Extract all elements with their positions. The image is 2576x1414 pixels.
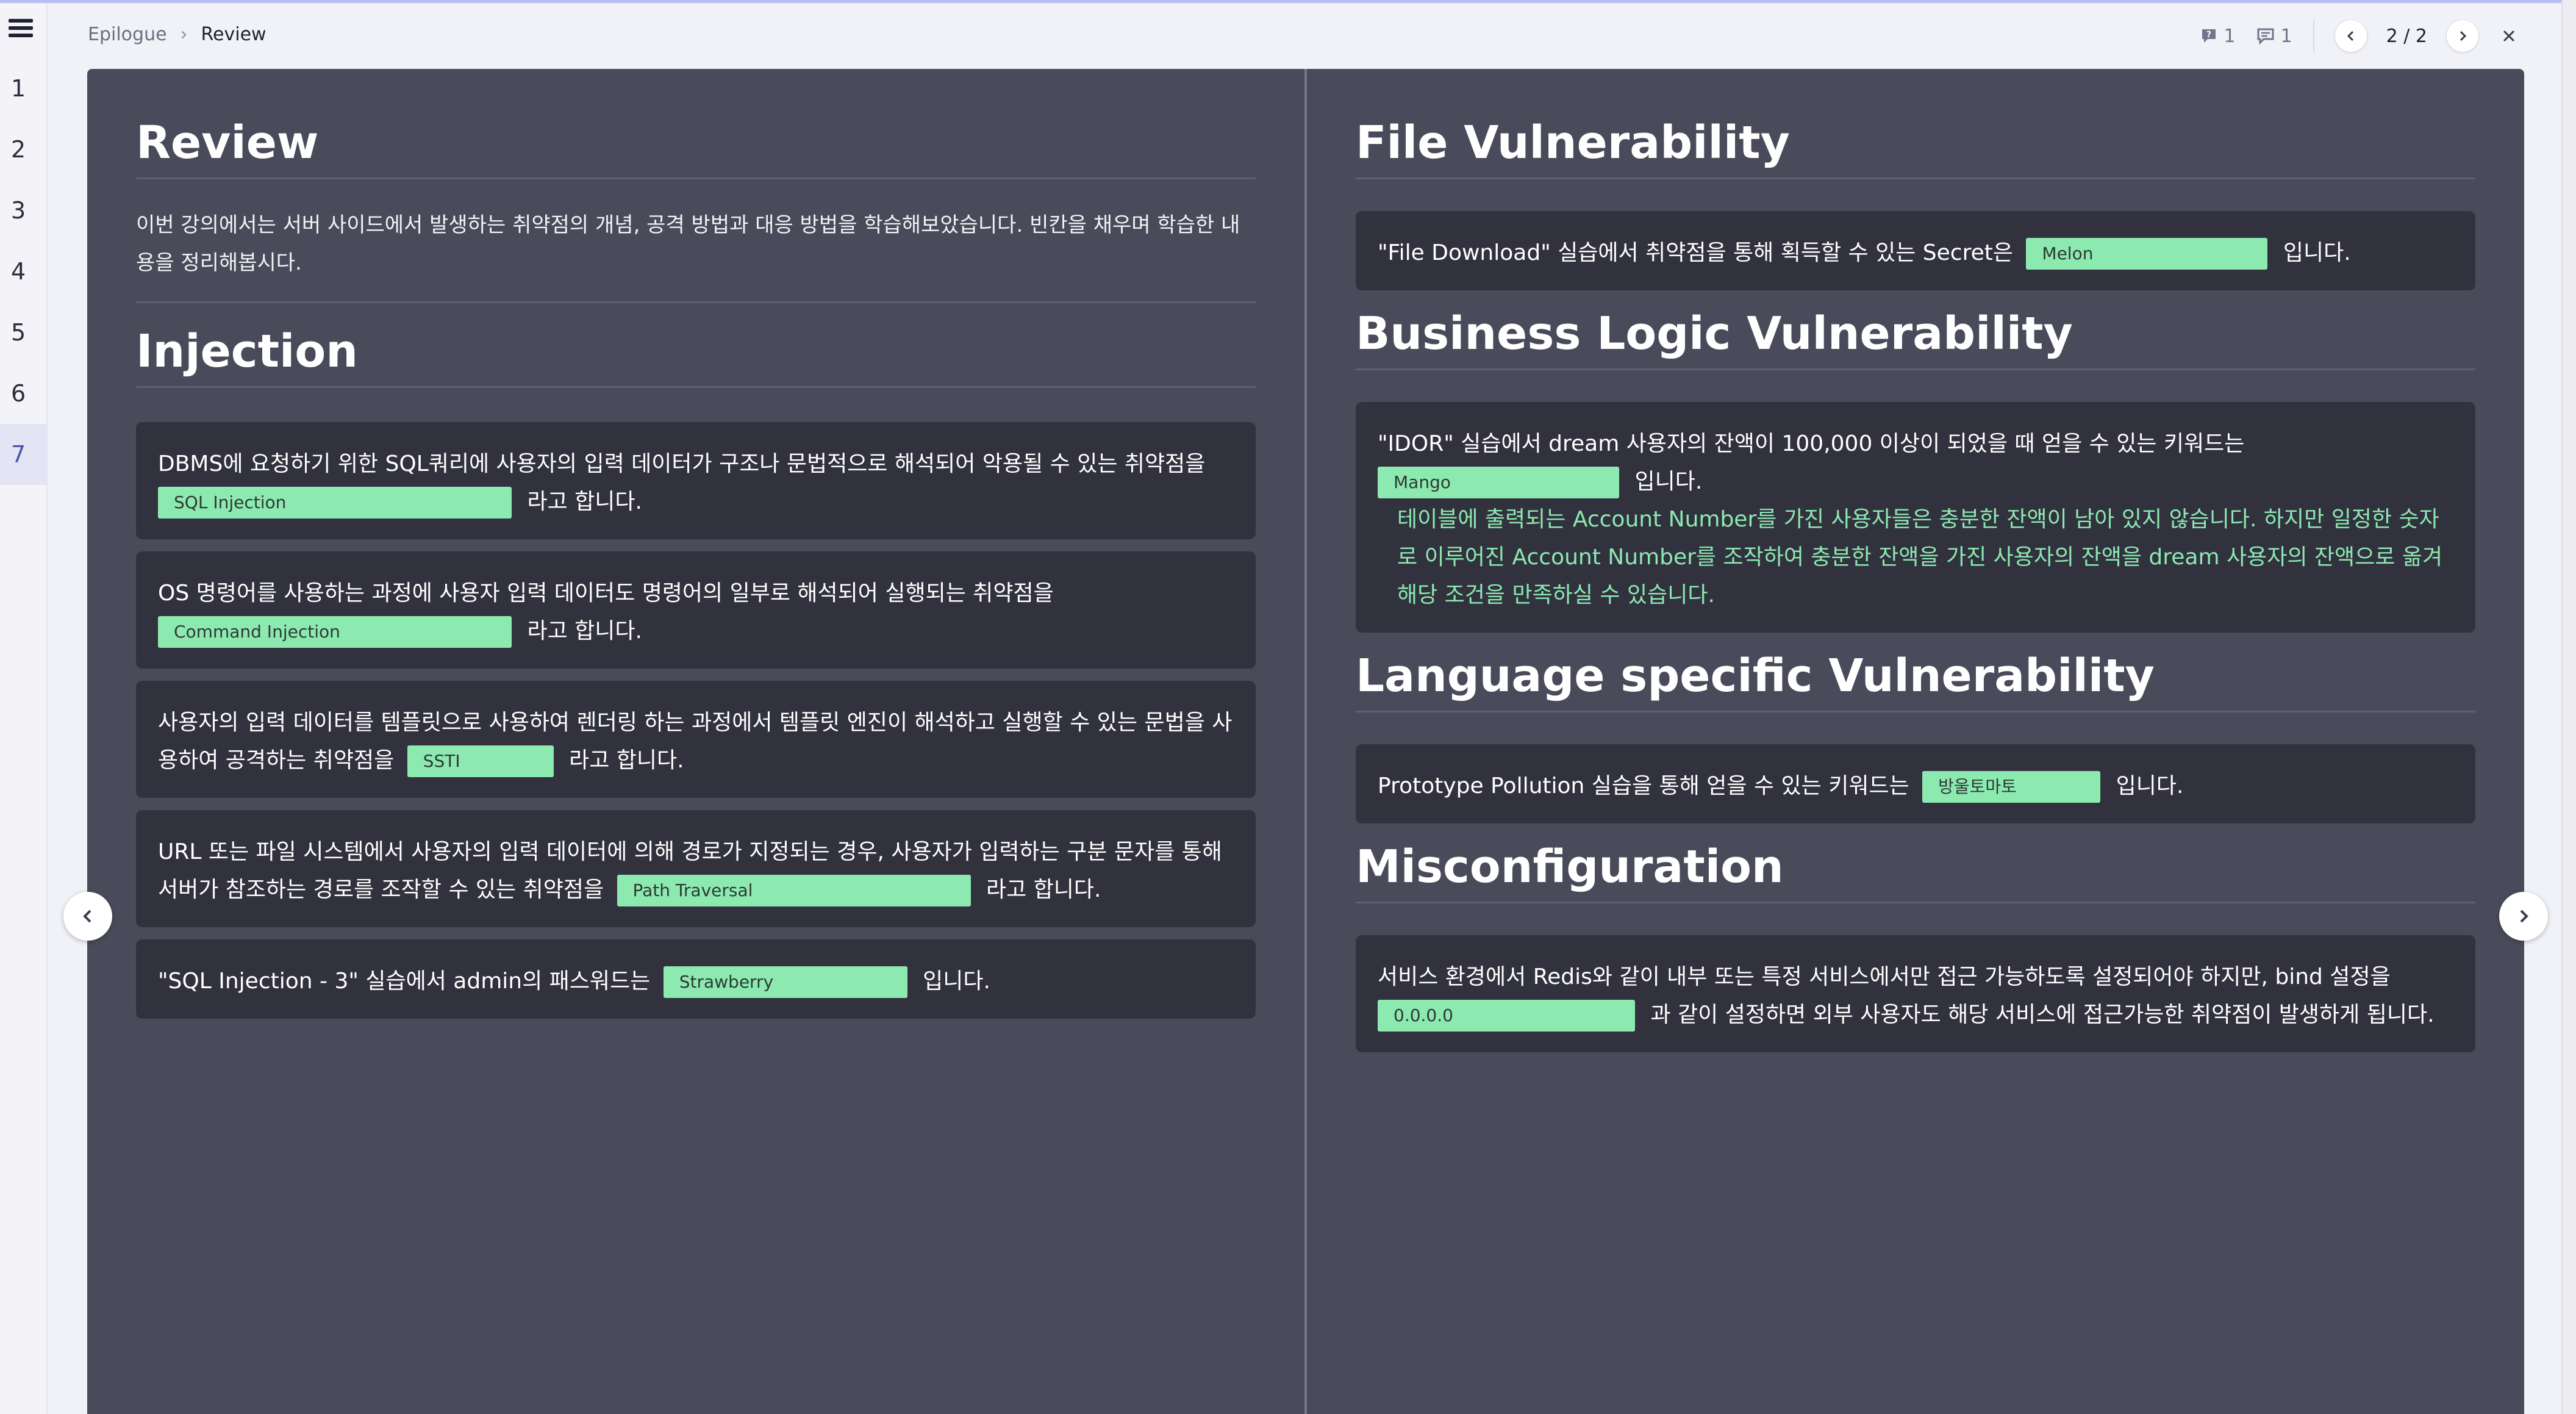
quiz-card-ssti: 사용자의 입력 데이터를 템플릿으로 사용하여 렌더링 하는 과정에서 템플릿 … (136, 681, 1256, 798)
answer-blank[interactable]: Path Traversal (617, 875, 971, 906)
right-column: File Vulnerability "File Download" 실습에서 … (1356, 69, 2475, 1052)
intro-text: 이번 강의에서는 서버 사이드에서 발생하는 취약점의 개념, 공격 방법과 대… (136, 179, 1256, 303)
breadcrumb-separator-icon: › (180, 24, 188, 45)
column-divider (1304, 69, 1307, 1414)
breadcrumb: Epilogue › Review (88, 24, 267, 45)
quiz-card-command-injection: OS 명령어를 사용하는 과정에 사용자 입력 데이터도 명령어의 일부로 해석… (136, 551, 1256, 669)
question-text: "IDOR" 실습에서 dream 사용자의 잔액이 100,000 이상이 되… (1378, 431, 2245, 456)
header: Epilogue › Review ? 1 1 2 / 2 (49, 3, 2561, 69)
quiz-card-prototype-pollution: Prototype Pollution 실습을 통해 얻을 수 있는 키워드는 … (1356, 744, 2475, 824)
question-text: 서비스 환경에서 Redis와 같이 내부 또는 특정 서비스에서만 접근 가능… (1378, 964, 2391, 989)
chevron-right-icon (2520, 910, 2528, 923)
question-text: Prototype Pollution 실습을 통해 얻을 수 있는 키워드는 (1378, 773, 1909, 799)
answer-blank[interactable]: 0.0.0.0 (1378, 1000, 1635, 1032)
quiz-card-file-download: "File Download" 실습에서 취약점을 통해 획득할 수 있는 Se… (1356, 211, 2475, 290)
question-suffix: 입니다. (1634, 469, 1703, 494)
answer-blank[interactable]: Mango (1378, 467, 1619, 498)
slide: Review 이번 강의에서는 서버 사이드에서 발생하는 취약점의 개념, 공… (87, 69, 2524, 1414)
answer-blank[interactable]: Melon (2026, 238, 2268, 270)
page-indicator: 2 / 2 (2386, 25, 2427, 47)
chevron-left-icon (2347, 31, 2353, 41)
question-suffix: 입니다. (923, 969, 990, 994)
right-edge-panel (2561, 0, 2576, 1414)
hamburger-icon[interactable] (9, 19, 33, 43)
question-suffix: 과 같이 설정하면 외부 사용자도 해당 서비스에 접근가능한 취약점이 발생하… (1650, 1002, 2435, 1027)
next-page-button[interactable] (2447, 20, 2478, 52)
question-text: "SQL Injection - 3" 실습에서 admin의 패스워드는 (158, 969, 651, 994)
question-suffix: 라고 합니다. (569, 748, 684, 773)
rail-item-1[interactable]: 1 (0, 58, 48, 119)
quiz-card-sqli-password: "SQL Injection - 3" 실습에서 admin의 패스워드는 St… (136, 939, 1256, 1019)
question-suffix: 입니다. (2283, 240, 2351, 265)
slide-prev-button[interactable] (63, 892, 112, 941)
question-text: DBMS에 요청하기 위한 SQL쿼리에 사용자의 입력 데이터가 구조나 문법… (158, 451, 1206, 476)
injection-heading: Injection (136, 325, 1256, 388)
close-icon (2503, 30, 2515, 42)
quiz-card-redis-bind: 서비스 환경에서 Redis와 같이 내부 또는 특정 서비스에서만 접근 가능… (1356, 935, 2475, 1052)
prev-page-button[interactable] (2334, 20, 2367, 52)
section-rail: 1 2 3 4 5 6 7 (0, 3, 48, 1414)
question-suffix: 라고 합니다. (986, 877, 1101, 902)
rail-item-2[interactable]: 2 (0, 119, 48, 180)
comment-counter[interactable]: 1 (2256, 26, 2292, 47)
review-heading: Review (136, 117, 1256, 179)
question-bubble-icon: ? (2202, 29, 2216, 43)
rail-item-6[interactable]: 6 (0, 363, 48, 424)
question-text: "File Download" 실습에서 취약점을 통해 획득할 수 있는 Se… (1378, 240, 2013, 265)
file-vulnerability-heading: File Vulnerability (1356, 117, 2475, 179)
question-suffix: 라고 합니다. (527, 619, 642, 644)
left-column: Review 이번 강의에서는 서버 사이드에서 발생하는 취약점의 개념, 공… (136, 69, 1256, 1019)
language-specific-heading: Language specific Vulnerability (1356, 650, 2475, 712)
chevron-right-icon (2460, 31, 2467, 41)
slide-next-button[interactable] (2499, 892, 2548, 941)
header-controls: ? 1 1 2 / 2 (2200, 19, 2516, 53)
rail-item-5[interactable]: 5 (0, 302, 48, 363)
close-button[interactable] (2502, 29, 2516, 43)
header-divider (2313, 20, 2314, 52)
quiz-card-idor: "IDOR" 실습에서 dream 사용자의 잔액이 100,000 이상이 되… (1356, 402, 2475, 633)
answer-blank[interactable]: SQL Injection (158, 487, 512, 519)
answer-blank[interactable]: SSTI (407, 745, 554, 777)
comment-bubble-icon (2257, 28, 2274, 45)
comment-count: 1 (2280, 25, 2292, 47)
rail-item-4[interactable]: 4 (0, 241, 48, 302)
quiz-card-path-traversal: URL 또는 파일 시스템에서 사용자의 입력 데이터에 의해 경로가 지정되는… (136, 810, 1256, 927)
idor-hint-text: 테이블에 출력되는 Account Number를 가진 사용자들은 충분한 잔… (1397, 507, 2443, 608)
question-count: 1 (2224, 25, 2236, 47)
question-suffix: 입니다. (2116, 773, 2184, 799)
svg-text:?: ? (2206, 30, 2211, 40)
question-text: OS 명령어를 사용하는 과정에 사용자 입력 데이터도 명령어의 일부로 해석… (158, 581, 1054, 606)
question-suffix: 라고 합니다. (527, 489, 642, 514)
answer-blank[interactable]: 방울토마토 (1922, 771, 2101, 803)
business-logic-heading: Business Logic Vulnerability (1356, 307, 2475, 370)
question-counter[interactable]: ? 1 (2200, 25, 2236, 47)
rail-item-3[interactable]: 3 (0, 180, 48, 241)
answer-blank[interactable]: Strawberry (663, 966, 907, 998)
answer-blank[interactable]: Command Injection (158, 616, 512, 648)
breadcrumb-parent[interactable]: Epilogue (88, 24, 167, 45)
chevron-left-icon (83, 910, 91, 923)
question-text: 사용자의 입력 데이터를 템플릿으로 사용하여 렌더링 하는 과정에서 템플릿 … (158, 710, 1233, 773)
misconfiguration-heading: Misconfiguration (1356, 841, 2475, 903)
breadcrumb-current: Review (201, 24, 267, 45)
rail-item-7[interactable]: 7 (0, 424, 48, 485)
quiz-card-sql-injection: DBMS에 요청하기 위한 SQL쿼리에 사용자의 입력 데이터가 구조나 문법… (136, 422, 1256, 539)
